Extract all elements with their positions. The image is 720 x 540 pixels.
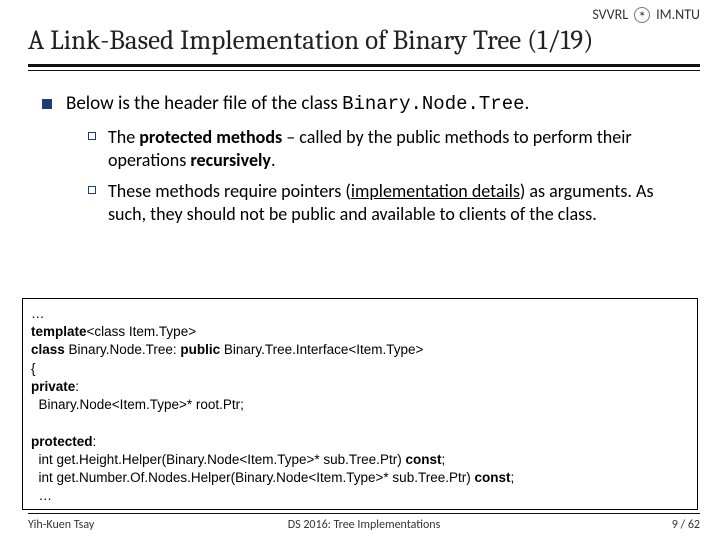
footer-course: DS 2016: Tree Implementations	[252, 518, 476, 532]
code-line: Binary.Node<Item.Type>* root.Ptr;	[31, 397, 244, 412]
code-line: :	[75, 379, 79, 394]
code-line: <class Item.Type>	[87, 324, 197, 339]
underlined-text: implementation details	[351, 180, 520, 202]
footer-author: Yih-Kuen Tsay	[28, 518, 252, 532]
bold-text: recursively	[190, 149, 271, 171]
bullet-level1: Below is the header file of the class Bi…	[42, 92, 690, 116]
org-left: SVVRL	[592, 6, 628, 23]
header: SVVRL ✶ IM.NTU A Link-Based Implementati…	[28, 6, 700, 56]
code-line: …	[31, 306, 45, 321]
code-keyword: class	[31, 342, 69, 357]
page-title: A Link-Based Implementation of Binary Tr…	[28, 25, 700, 56]
org-logo-icon: ✶	[634, 7, 650, 23]
code-line: Binary.Node.Tree:	[69, 342, 181, 357]
code-line: ;	[441, 452, 445, 467]
footer-page: 9 / 62	[476, 518, 700, 532]
slide: SVVRL ✶ IM.NTU A Link-Based Implementati…	[0, 0, 720, 540]
code-line: ;	[510, 470, 514, 485]
code-keyword: private	[31, 379, 75, 394]
code-line: int get.Height.Helper(Binary.Node<Item.T…	[31, 452, 405, 467]
footer: Yih-Kuen Tsay DS 2016: Tree Implementati…	[28, 513, 700, 532]
body: Below is the header file of the class Bi…	[42, 92, 690, 226]
text: .	[271, 149, 276, 171]
divider-thick	[28, 64, 700, 67]
bold-text: protected methods	[139, 126, 282, 148]
code-line: Binary.Tree.Interface<Item.Type>	[224, 342, 424, 357]
divider-thin	[28, 70, 700, 71]
bullet-level2: These methods require pointers (implemen…	[88, 180, 690, 226]
text: The	[108, 126, 139, 148]
bullet1-text: Below is the header file of the class Bi…	[66, 92, 529, 116]
inline-code: Binary.Node.Tree	[342, 93, 524, 115]
text: .	[525, 92, 530, 115]
hollow-square-icon	[88, 186, 96, 194]
code-keyword: public	[180, 342, 224, 357]
code-line: {	[31, 361, 36, 376]
code-keyword: const	[405, 452, 441, 467]
sub1-text: The protected methods – called by the pu…	[108, 126, 690, 172]
square-bullet-icon	[42, 99, 52, 109]
code-box: … template<class Item.Type> class Binary…	[22, 298, 698, 510]
bullet-level2: The protected methods – called by the pu…	[88, 126, 690, 172]
code-keyword: protected	[31, 434, 93, 449]
text: These methods require pointers (	[108, 180, 351, 202]
org-line: SVVRL ✶ IM.NTU	[28, 6, 700, 23]
code-line: :	[93, 434, 97, 449]
sub2-text: These methods require pointers (implemen…	[108, 180, 690, 226]
code-keyword: template	[31, 324, 87, 339]
code-line: …	[31, 488, 52, 503]
code-line: int get.Number.Of.Nodes.Helper(Binary.No…	[31, 470, 474, 485]
code-keyword: const	[474, 470, 510, 485]
org-right: IM.NTU	[656, 6, 700, 23]
hollow-square-icon	[88, 132, 96, 140]
text: Below is the header file of the class	[66, 92, 342, 115]
